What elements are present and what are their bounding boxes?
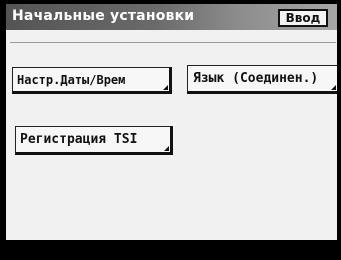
bottom-bezel xyxy=(0,240,341,260)
corner-marker-icon xyxy=(163,85,168,90)
tsi-registration-label: Регистрация TSI xyxy=(20,132,138,147)
corner-marker-icon xyxy=(164,146,169,151)
divider xyxy=(10,42,336,43)
corner-marker-icon xyxy=(331,85,336,90)
date-time-settings-label: Настр.Даты/Врем xyxy=(17,72,126,87)
tsi-registration-button[interactable]: Регистрация TSI xyxy=(15,126,173,155)
language-label: Язык (Соединен.) xyxy=(193,71,319,86)
settings-screen: Начальные установки Ввод Настр.Даты/Врем… xyxy=(6,4,337,240)
enter-button[interactable]: Ввод xyxy=(278,9,328,27)
title-bar: Начальные установки Ввод xyxy=(6,4,337,30)
page-title: Начальные установки xyxy=(12,8,195,24)
language-button[interactable]: Язык (Соединен.) xyxy=(187,65,337,94)
date-time-settings-button[interactable]: Настр.Даты/Врем xyxy=(12,67,172,94)
